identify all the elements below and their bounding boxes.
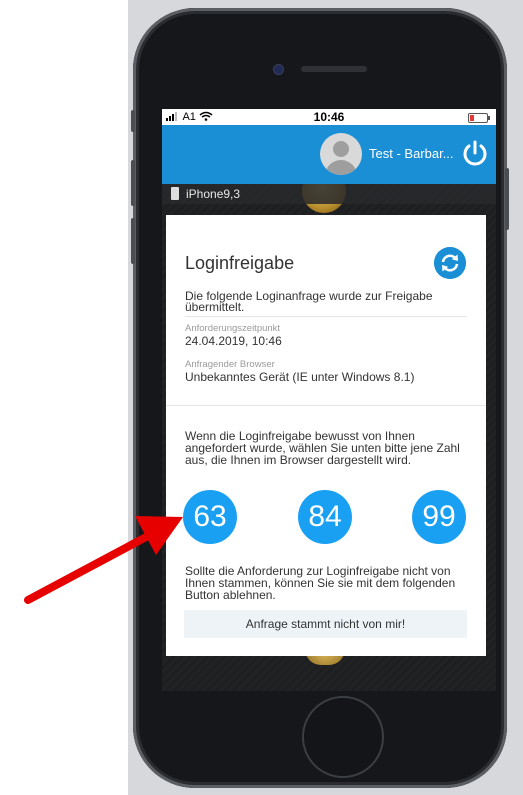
front-camera bbox=[273, 64, 284, 75]
reject-text-line-3: Button ablehnen. bbox=[185, 588, 276, 602]
home-button[interactable] bbox=[302, 696, 384, 778]
status-bar: A1 10:46 bbox=[162, 109, 496, 125]
device-label: iPhone9,3 bbox=[186, 187, 241, 201]
avatar-icon[interactable] bbox=[320, 133, 362, 175]
section-divider bbox=[166, 405, 486, 406]
phone-screen: A1 10:46 Test - Barbar... iPhone9,3 Logi… bbox=[162, 109, 496, 691]
login-approval-card: Loginfreigabe Die folgende Loginanfrage … bbox=[166, 215, 486, 656]
divider bbox=[185, 316, 467, 317]
device-bar: iPhone9,3 bbox=[162, 184, 496, 204]
instruction-line-3: aus, die Ihnen im Browser dargestellt wi… bbox=[185, 453, 412, 467]
app-header: Test - Barbar... bbox=[162, 125, 496, 184]
volume-up-button bbox=[131, 160, 135, 206]
number-choice-1[interactable]: 63 bbox=[183, 490, 237, 544]
volume-down-button bbox=[131, 218, 135, 264]
refresh-icon[interactable] bbox=[434, 247, 466, 279]
user-name[interactable]: Test - Barbar... bbox=[369, 146, 454, 161]
request-time-value: 24.04.2019, 10:46 bbox=[185, 334, 282, 348]
browser-value: Unbekanntes Gerät (IE unter Windows 8.1) bbox=[185, 370, 415, 384]
number-choice-3[interactable]: 99 bbox=[412, 490, 466, 544]
card-title: Loginfreigabe bbox=[185, 253, 295, 273]
side-power-button bbox=[505, 168, 509, 230]
battery-icon bbox=[468, 113, 490, 123]
status-time: 10:46 bbox=[313, 110, 345, 124]
reject-request-button[interactable]: Anfrage stammt nicht von mir! bbox=[184, 610, 467, 638]
device-phone-icon bbox=[171, 187, 179, 200]
power-icon[interactable] bbox=[460, 138, 490, 168]
earpiece-speaker bbox=[301, 66, 367, 72]
number-choice-2[interactable]: 84 bbox=[298, 490, 352, 544]
intro-line-2: übermittelt. bbox=[185, 300, 245, 314]
mute-switch bbox=[131, 110, 135, 132]
